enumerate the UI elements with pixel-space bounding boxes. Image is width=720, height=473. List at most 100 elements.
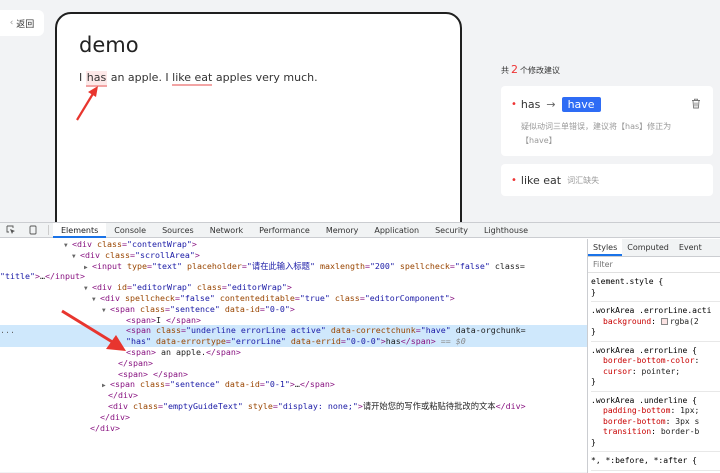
- styles-filter-input[interactable]: Filter: [588, 257, 720, 273]
- annotation-arrow: [76, 86, 98, 121]
- dom-node-code: </div>: [108, 390, 138, 401]
- style-property[interactable]: border-bottom: 3px s: [591, 417, 720, 428]
- dom-node-line[interactable]: </span>: [0, 358, 587, 369]
- dom-node-code: <span class="underline errorLine active"…: [126, 325, 526, 336]
- dom-node-line[interactable]: ▼ <div class="contentWrap">: [0, 239, 587, 250]
- inspect-icon[interactable]: [0, 223, 22, 238]
- dom-node-code: <span>I </span>: [126, 314, 201, 325]
- suggestion-description: 疑似动词三单错误，建议将【has】修正为【have】: [521, 122, 672, 145]
- dom-node-line[interactable]: </div>: [0, 390, 587, 401]
- bullet-dot: •: [511, 99, 517, 110]
- error-word-like-eat[interactable]: like eat: [172, 71, 213, 86]
- dom-node-code: <div spellcheck="false" contenteditable=…: [100, 292, 455, 303]
- dom-node-code: <span> </span>: [118, 368, 188, 379]
- app-preview: ‹ 返回 demo I has an apple. I like eat app…: [0, 0, 720, 222]
- tab-elements[interactable]: Elements: [53, 222, 107, 238]
- dom-node-code: <div class="scrollArea">: [80, 249, 200, 260]
- arrow-right-icon: →: [546, 98, 556, 111]
- suggestion-card[interactable]: • like eat 词汇缺失: [501, 164, 713, 196]
- dom-node-line[interactable]: </div>: [0, 423, 587, 434]
- device-toggle-icon[interactable]: [22, 223, 44, 238]
- suggestion-tag: 词汇缺失: [567, 176, 600, 185]
- dom-node-line[interactable]: <div class="emptyGuideText" style="displ…: [0, 401, 587, 412]
- style-property[interactable]: background: rgba(2: [591, 317, 720, 328]
- elements-tree[interactable]: ▼ <div class="contentWrap"> ▼ <div class="s…: [0, 239, 587, 473]
- style-rules: element.style {} .workArea .errorLine.act…: [588, 273, 720, 471]
- dom-node-line[interactable]: <span> </span>: [0, 369, 587, 380]
- dom-node-line[interactable]: </div>: [0, 412, 587, 423]
- style-selector: element.style {: [591, 277, 664, 286]
- style-close: }: [591, 327, 596, 336]
- dom-node-code: "has" data-errortype="errorLine" data-er…: [126, 336, 466, 347]
- style-rule[interactable]: *, *:before, *:after {: [591, 452, 720, 471]
- divider: [48, 225, 49, 235]
- dom-node-code: <span> an apple.</span>: [126, 346, 241, 357]
- tab-sources[interactable]: Sources: [154, 223, 202, 238]
- style-property[interactable]: padding-bottom: 1px;: [591, 406, 720, 417]
- style-rule[interactable]: .workArea .errorLine {border-bottom-colo…: [591, 342, 720, 392]
- dom-node-line[interactable]: ▼ <div id="editorWrap" class="editorWrap"…: [0, 282, 587, 293]
- dom-node-line[interactable]: ▼ <div spellcheck="false" contenteditable…: [0, 293, 587, 304]
- editor-text[interactable]: I has an apple. I like eat apples very m…: [79, 71, 318, 87]
- tab-security[interactable]: Security: [427, 223, 476, 238]
- style-property[interactable]: border-bottom-color:: [591, 356, 720, 367]
- dom-node-line[interactable]: ▶ <input type="text" placeholder="请在此输入标题…: [0, 261, 587, 272]
- annotation-arrow: [61, 309, 126, 351]
- color-swatch[interactable]: [660, 317, 668, 325]
- style-selector: *, *:before, *:after {: [591, 456, 697, 465]
- dom-node-code: </div>: [90, 422, 120, 433]
- style-close: }: [591, 377, 596, 386]
- suggestion-card[interactable]: • has → have 疑似动词三单错误，建议将【has】修正为【have】: [501, 86, 713, 156]
- ellipsis-icon[interactable]: ...: [0, 325, 15, 336]
- style-selector: .workArea .errorLine.acti: [591, 306, 712, 315]
- back-label: 返回: [16, 19, 35, 30]
- style-selector: .workArea .errorLine {: [591, 345, 697, 355]
- devtools-panel: Elements Console Sources Network Performance…: [0, 222, 720, 473]
- side-tab-computed[interactable]: Computed: [622, 239, 674, 256]
- dom-node-code: <input type="text" placeholder="请在此输入标题"…: [92, 260, 525, 271]
- tab-memory[interactable]: Memory: [318, 223, 367, 238]
- tab-performance[interactable]: Performance: [251, 223, 318, 238]
- dom-node-code: "title">…</input>: [0, 271, 85, 282]
- dom-node-code: </span>: [118, 357, 153, 368]
- style-close: }: [591, 287, 596, 297]
- dom-node-line[interactable]: ▼ <div class="scrollArea">: [0, 250, 587, 261]
- dom-node-line[interactable]: "title">…</input>: [0, 271, 587, 282]
- wrong-word: like eat: [520, 174, 562, 187]
- side-tab-styles[interactable]: Styles: [588, 239, 623, 256]
- editor-title[interactable]: demo: [79, 33, 139, 57]
- dom-node-code: <div class="contentWrap">: [72, 239, 197, 249]
- devtools-tabbar: Elements Console Sources Network Performance…: [0, 222, 720, 238]
- dom-node-line[interactable]: ▶ <span class="sentence" data-id="0-1">…<…: [0, 379, 587, 390]
- tab-application[interactable]: Application: [366, 223, 427, 238]
- dom-node-code: <div id="editorWrap" class="editorWrap">: [92, 282, 292, 293]
- bullet-dot: •: [511, 175, 517, 186]
- style-property[interactable]: transition: border-b: [591, 427, 720, 438]
- dom-node-code: </div>: [100, 411, 130, 422]
- side-tab-event[interactable]: Event: [674, 239, 707, 256]
- text-part: I: [79, 71, 86, 84]
- style-rule[interactable]: element.style {}: [591, 273, 720, 302]
- dom-node-code: <span class="sentence" data-id="0-0">: [110, 303, 295, 314]
- style-property[interactable]: cursor: pointer;: [591, 367, 720, 378]
- style-close: }: [591, 437, 596, 447]
- styles-pane: Styles Computed Event Filter element.style…: [587, 239, 720, 473]
- trash-icon[interactable]: [691, 98, 701, 109]
- style-selector: .workArea .underline {: [591, 395, 697, 405]
- text-part: apples very much.: [212, 71, 318, 84]
- back-button[interactable]: ‹ 返回: [0, 10, 44, 36]
- editor-card[interactable]: demo I has an apple. I like eat apples v…: [55, 12, 462, 222]
- text-part: an apple. I: [107, 71, 173, 84]
- tab-lighthouse[interactable]: Lighthouse: [476, 223, 536, 238]
- suggestion-number: 2: [511, 63, 518, 76]
- correction-badge[interactable]: have: [561, 97, 601, 112]
- dom-node-code: <div class="emptyGuideText" style="displ…: [108, 400, 526, 411]
- wrong-word: has: [520, 98, 541, 111]
- tab-network[interactable]: Network: [202, 223, 251, 238]
- dom-node-code: <span class="sentence" data-id="0-1">…</…: [110, 379, 335, 390]
- style-rule[interactable]: .workArea .underline {padding-bottom: 1p…: [591, 392, 720, 452]
- style-rule[interactable]: .workArea .errorLine.acti background: rgb…: [591, 302, 720, 342]
- devtools-tabs: Elements Console Sources Network Performance…: [53, 222, 536, 238]
- tab-console[interactable]: Console: [106, 223, 154, 238]
- chevron-left-icon: ‹: [9, 18, 14, 28]
